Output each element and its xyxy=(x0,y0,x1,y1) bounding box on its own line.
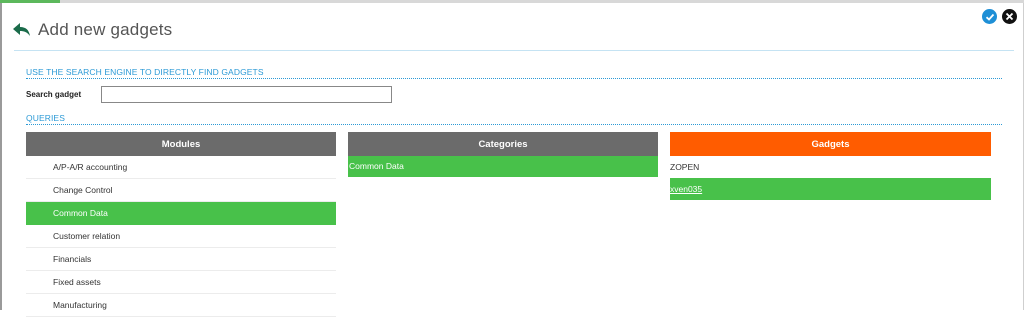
header-divider xyxy=(14,50,1014,51)
module-item[interactable]: Fixed assets xyxy=(26,271,336,294)
categories-list: Common Data xyxy=(348,156,658,177)
close-button[interactable] xyxy=(1002,9,1017,24)
category-item-label: Common Data xyxy=(349,161,404,171)
module-item-label: Manufacturing xyxy=(53,300,107,310)
category-item[interactable]: Common Data xyxy=(348,156,658,177)
modules-header: Modules xyxy=(26,132,336,156)
module-item-label: Fixed assets xyxy=(53,277,101,287)
gadgets-column: Gadgets ZOPEN xven035 xyxy=(670,132,991,200)
dialog-header: Add new gadgets xyxy=(12,17,172,43)
check-icon xyxy=(985,13,994,21)
module-item[interactable]: Change Control xyxy=(26,179,336,202)
module-item[interactable]: A/P-A/R accounting xyxy=(26,156,336,179)
module-item-label: Customer relation xyxy=(53,231,121,241)
categories-column: Categories Common Data xyxy=(348,132,658,177)
module-item-label: Financials xyxy=(53,254,92,264)
search-label: Search gadget xyxy=(26,90,82,99)
module-item-label: Change Control xyxy=(53,185,113,195)
categories-header: Categories xyxy=(348,132,658,156)
window-buttons xyxy=(982,9,1017,24)
module-item[interactable]: Common Data xyxy=(26,202,336,225)
gadgets-header: Gadgets xyxy=(670,132,991,156)
close-icon xyxy=(1005,12,1014,21)
page-title: Add new gadgets xyxy=(38,20,173,39)
back-arrow-icon[interactable] xyxy=(12,20,32,40)
gadgets-list: ZOPEN xven035 xyxy=(670,156,991,200)
modules-list: A/P-A/R accounting Change Control Common D… xyxy=(26,156,336,317)
gadget-item[interactable]: ZOPEN xyxy=(670,156,991,178)
gadget-item[interactable]: xven035 xyxy=(670,178,991,200)
dialog: Add new gadgets USE THE SEARCH ENGINE TO… xyxy=(0,3,1024,317)
module-item[interactable]: Customer relation xyxy=(26,225,336,248)
module-item-label: Common Data xyxy=(53,208,108,218)
module-item-label: A/P-A/R accounting xyxy=(53,162,128,172)
gadget-item-label: xven035 xyxy=(670,183,703,194)
queries-section-title: QUERIES xyxy=(26,113,1002,125)
module-item[interactable]: Financials xyxy=(26,248,336,271)
search-input[interactable] xyxy=(101,86,392,103)
gadget-item-label: ZOPEN xyxy=(670,162,700,172)
search-section-title: USE THE SEARCH ENGINE TO DIRECTLY FIND G… xyxy=(26,67,1002,79)
confirm-button[interactable] xyxy=(982,9,997,24)
modules-column: Modules A/P-A/R accounting Change Control… xyxy=(26,132,336,317)
module-item[interactable]: Manufacturing xyxy=(26,294,336,317)
